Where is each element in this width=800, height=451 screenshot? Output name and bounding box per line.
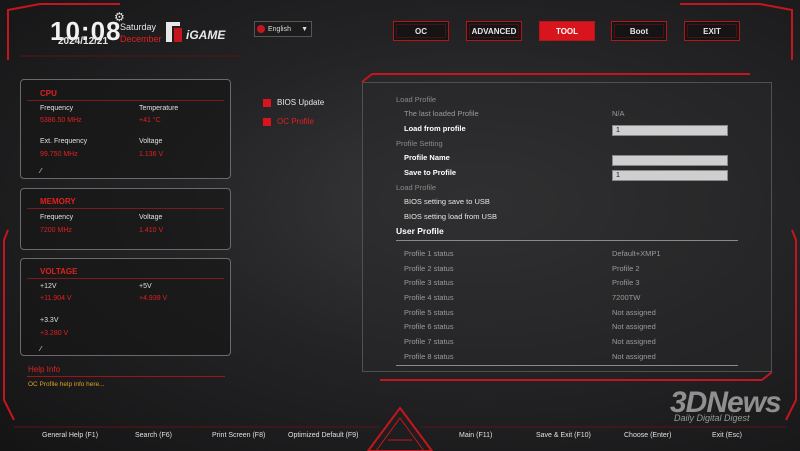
cpu-temperature-label: Temperature bbox=[139, 105, 179, 112]
v33-value: +3.280 V bbox=[40, 330, 69, 337]
section-profile-setting: Profile Setting bbox=[396, 139, 443, 148]
cpu-frequency-value: 5386.50 MHz bbox=[40, 117, 82, 124]
watermark-tagline: Daily Digital Digest bbox=[674, 413, 750, 423]
profile-3-status-label: Profile 3 status bbox=[404, 278, 454, 287]
v12-label: +12V bbox=[40, 283, 57, 290]
decor-slashes: ⁄⁄⁄⁄ bbox=[40, 168, 41, 175]
profile-5-status-value: Not assigned bbox=[612, 308, 656, 317]
profile-8-status-label: Profile 8 status bbox=[404, 352, 454, 361]
square-bullet-icon bbox=[263, 117, 271, 126]
footer-choose[interactable]: Choose (Enter) bbox=[624, 432, 671, 439]
cpu-frequency-label: Frequency bbox=[40, 105, 74, 112]
v5-value: +4.939 V bbox=[139, 295, 168, 302]
profile-name-label[interactable]: Profile Name bbox=[404, 153, 450, 162]
profile-2-status-value: Profile 2 bbox=[612, 264, 640, 273]
menu-oc-profile-label: OC Profile bbox=[277, 117, 314, 126]
igame-logo: iGAME bbox=[164, 20, 236, 44]
load-from-profile-label[interactable]: Load from profile bbox=[404, 124, 466, 133]
footer-save-exit[interactable]: Save & Exit (F10) bbox=[536, 432, 591, 439]
cpu-ext-frequency-value: 99.750 MHz bbox=[40, 151, 78, 158]
cpu-panel: CPU Frequency Temperature 5386.50 MHz +4… bbox=[20, 79, 231, 179]
tab-oc[interactable]: OC bbox=[393, 21, 449, 41]
cpu-ext-frequency-label: Ext. Frequency bbox=[40, 138, 88, 145]
memory-panel: MEMORY Frequency Voltage 7200 MHz 1.410 … bbox=[20, 188, 231, 250]
profile-1-status-value: Default+XMP1 bbox=[612, 249, 661, 258]
profile-name-input[interactable] bbox=[612, 155, 728, 166]
logo-text: iGAME bbox=[186, 28, 226, 42]
save-to-profile-input[interactable]: 1 bbox=[612, 170, 728, 181]
last-loaded-value: N/A bbox=[612, 109, 625, 118]
memory-frequency-value: 7200 MHz bbox=[40, 227, 72, 234]
tab-tool[interactable]: TOOL bbox=[539, 21, 595, 41]
profile-4-status-label: Profile 4 status bbox=[404, 293, 454, 302]
profile-4-status-value: 7200TW bbox=[612, 293, 641, 302]
profile-6-status-label: Profile 6 status bbox=[404, 322, 454, 331]
menu-oc-profile[interactable]: OC Profile bbox=[263, 117, 314, 126]
v12-value: +11.904 V bbox=[40, 295, 72, 302]
save-to-profile-label[interactable]: Save to Profile bbox=[404, 168, 456, 177]
cpu-voltage-label: Voltage bbox=[139, 138, 163, 145]
menu-bios-update-label: BIOS Update bbox=[277, 98, 325, 107]
language-select[interactable]: English ▼ bbox=[254, 21, 312, 37]
month: December bbox=[120, 34, 162, 44]
bios-save-to-usb[interactable]: BIOS setting save to USB bbox=[404, 197, 490, 206]
profile-8-status-value: Not assigned bbox=[612, 352, 656, 361]
tab-boot[interactable]: Boot bbox=[611, 21, 667, 41]
voltage-title: VOLTAGE bbox=[40, 267, 78, 276]
footer-print-screen[interactable]: Print Screen (F8) bbox=[212, 432, 265, 439]
memory-voltage-value: 1.410 V bbox=[139, 227, 164, 234]
cpu-temperature-value: +41 °C bbox=[139, 117, 161, 124]
footer-exit[interactable]: Exit (Esc) bbox=[712, 432, 742, 439]
help-info-title: Help Info bbox=[28, 365, 61, 374]
bios-load-from-usb[interactable]: BIOS setting load from USB bbox=[404, 212, 497, 221]
footer-general-help[interactable]: General Help (F1) bbox=[42, 432, 98, 439]
profile-6-status-value: Not assigned bbox=[612, 322, 656, 331]
v5-label: +5V bbox=[139, 283, 152, 290]
section-load-profile-2: Load Profile bbox=[396, 183, 437, 192]
load-from-profile-input[interactable]: 1 bbox=[612, 125, 728, 136]
language-value: English bbox=[268, 25, 291, 33]
voltage-panel: VOLTAGE +12V +5V +11.904 V +4.939 V +3.3… bbox=[20, 258, 231, 356]
menu-bios-update[interactable]: BIOS Update bbox=[263, 98, 324, 107]
footer-main[interactable]: Main (F11) bbox=[459, 432, 492, 439]
dropdown-arrow-icon: ▼ bbox=[301, 25, 308, 33]
profile-2-status-label: Profile 2 status bbox=[404, 264, 454, 273]
profile-3-status-value: Profile 3 bbox=[612, 278, 640, 287]
cpu-voltage-value: 1.136 V bbox=[139, 151, 164, 158]
memory-title: MEMORY bbox=[40, 197, 76, 206]
footer-search[interactable]: Search (F6) bbox=[135, 432, 172, 439]
user-profile-heading: User Profile bbox=[396, 226, 444, 236]
profile-7-status-value: Not assigned bbox=[612, 337, 656, 346]
tab-advanced[interactable]: ADVANCED bbox=[466, 21, 522, 41]
memory-voltage-label: Voltage bbox=[139, 214, 163, 221]
cpu-title: CPU bbox=[40, 89, 57, 98]
v33-label: +3.3V bbox=[40, 317, 59, 324]
clock-date: 2024/12/21 bbox=[58, 36, 109, 47]
square-bullet-icon bbox=[263, 98, 271, 107]
globe-icon bbox=[257, 25, 265, 33]
footer-optimized-default[interactable]: Optimized Default (F9) bbox=[288, 432, 358, 439]
profile-5-status-label: Profile 5 status bbox=[404, 308, 454, 317]
memory-frequency-label: Frequency bbox=[40, 214, 74, 221]
help-info-text: OC Profile help info here... bbox=[28, 381, 105, 388]
section-load-profile: Load Profile bbox=[396, 95, 437, 104]
weekday: Saturday bbox=[120, 22, 157, 32]
decor-slashes: ⁄⁄⁄⁄ bbox=[40, 346, 41, 353]
profile-1-status-label: Profile 1 status bbox=[404, 249, 454, 258]
tab-exit[interactable]: EXIT bbox=[684, 21, 740, 41]
profile-7-status-label: Profile 7 status bbox=[404, 337, 454, 346]
last-loaded-label: The last loaded Profile bbox=[404, 109, 479, 118]
